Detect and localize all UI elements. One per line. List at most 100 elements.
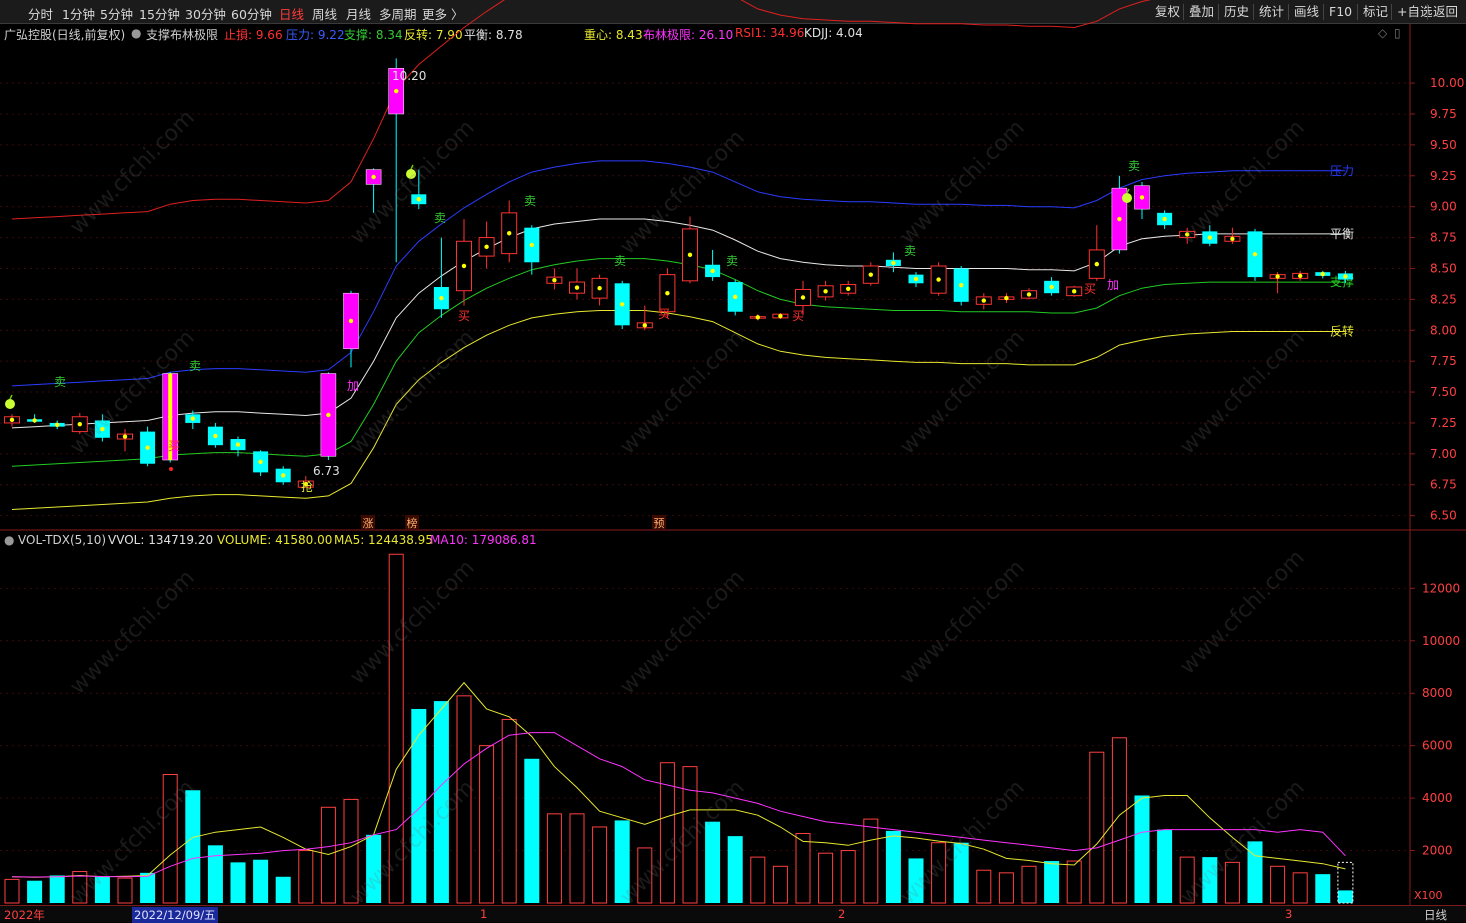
candle-center-dot: [823, 289, 828, 294]
volume-bar-up[interactable]: [682, 766, 698, 904]
volume-bar-down[interactable]: [953, 842, 969, 903]
add-signal: 加: [347, 379, 359, 393]
volume-bar-up[interactable]: [320, 806, 336, 904]
volume-bar-up[interactable]: [4, 878, 20, 904]
volume-bar-up[interactable]: [479, 745, 495, 904]
candle-center-dot: [733, 294, 738, 300]
candle-center-dot: [959, 282, 964, 288]
volume-bar-down[interactable]: [1157, 829, 1173, 903]
candle-center-dot: [281, 473, 286, 478]
candle-center-dot: [9, 417, 15, 423]
price-axis-label: 9.00: [1430, 200, 1457, 214]
price-axis-label: 6.75: [1430, 478, 1457, 492]
volume-bar-down[interactable]: [275, 876, 291, 903]
volume-bar-down[interactable]: [908, 858, 924, 903]
candle-center-dot: [1230, 236, 1235, 241]
volume-bar-up[interactable]: [569, 813, 585, 904]
volume-bar-up[interactable]: [1111, 737, 1127, 904]
volume-bar-down[interactable]: [411, 708, 427, 903]
volume-bar-down[interactable]: [1044, 861, 1060, 903]
volume-bar-up[interactable]: [162, 774, 178, 904]
apple-icon: [5, 399, 15, 409]
candle-center-dot: [394, 88, 399, 94]
candle-center-dot: [1275, 274, 1280, 279]
volume-bar-up[interactable]: [976, 869, 992, 904]
candle-center-dot: [529, 242, 534, 248]
volume-bar-up[interactable]: [388, 553, 404, 904]
volume-bar-up[interactable]: [456, 695, 472, 904]
candle-center-dot: [145, 445, 150, 450]
volume-axis-label: 10000: [1422, 634, 1460, 648]
volume-bar-up[interactable]: [343, 798, 359, 904]
volume-bar-up[interactable]: [1270, 865, 1286, 904]
volume-bar-up[interactable]: [546, 813, 562, 904]
price-axis-label: 7.75: [1430, 354, 1457, 368]
candle-center-dot: [258, 459, 263, 465]
volume-bar-down[interactable]: [230, 862, 246, 903]
volume-bar-down[interactable]: [140, 872, 156, 903]
candle-center-dot: [552, 278, 557, 283]
chart-canvas[interactable]: 10.00 9.75 9.50 9.25 9.00 8.75 8.50 8.25 8.00 7.7…: [0, 0, 1466, 922]
volume-bar-down[interactable]: [1247, 841, 1263, 903]
volume-bar-down[interactable]: [1315, 874, 1331, 903]
event-marker: 榜: [407, 516, 418, 530]
volume-bar-down[interactable]: [366, 834, 382, 903]
price-axis-label: 7.50: [1430, 385, 1457, 399]
volume-bar-up[interactable]: [1089, 751, 1105, 904]
volume-bar-up[interactable]: [998, 872, 1014, 904]
volume-bar-up[interactable]: [1066, 860, 1082, 904]
volume-bar-down[interactable]: [727, 836, 743, 903]
volume-bar-down[interactable]: [27, 880, 43, 903]
volume-bar-down[interactable]: [705, 821, 721, 903]
volume-bar-up[interactable]: [863, 818, 879, 904]
price-axis-label: 8.50: [1430, 261, 1457, 275]
volume-bar-up[interactable]: [840, 850, 856, 904]
volume-bar-down[interactable]: [524, 758, 540, 903]
candle-center-dot: [507, 231, 512, 236]
volume-bar-up[interactable]: [501, 718, 517, 904]
price-axis-label: 6.50: [1430, 509, 1457, 523]
price-axis-label: 9.75: [1430, 107, 1457, 121]
period-indicator: 日线: [1424, 908, 1447, 922]
candle-center-dot: [213, 433, 218, 439]
high-price-label: 10.20: [392, 69, 426, 83]
volume-bar-up[interactable]: [298, 850, 314, 904]
candle-center-dot: [1117, 216, 1122, 222]
volume-bar-up[interactable]: [117, 877, 133, 904]
candle-center-dot: [1139, 195, 1145, 200]
volume-bar-up[interactable]: [1021, 865, 1037, 904]
volume-bar-down[interactable]: [1337, 890, 1353, 903]
volume-bar-up[interactable]: [750, 856, 766, 904]
volume-bar-down[interactable]: [207, 845, 223, 903]
price-axis-label: 7.00: [1430, 447, 1457, 461]
candle-center-dot: [620, 302, 625, 307]
candle-center-dot: [348, 318, 354, 324]
volume-bar-up[interactable]: [1224, 861, 1240, 904]
volume-bar-up[interactable]: [1292, 872, 1308, 904]
volume-bar-down[interactable]: [1202, 857, 1218, 903]
volume-bar-up[interactable]: [637, 847, 653, 904]
volume-bar-up[interactable]: [772, 865, 788, 904]
price-axis-label: 10.00: [1430, 76, 1464, 90]
volume-bar-down[interactable]: [433, 701, 449, 903]
volume-axis-label: 12000: [1422, 581, 1460, 595]
candle-center-dot: [981, 298, 986, 303]
volume-bar-down[interactable]: [185, 790, 201, 903]
volume-bar-down[interactable]: [94, 876, 110, 903]
volume-bar-up[interactable]: [931, 842, 947, 904]
volume-bar-down[interactable]: [1134, 795, 1150, 903]
volume-bar-up[interactable]: [795, 833, 811, 904]
volume-bar-down[interactable]: [614, 820, 630, 903]
buy-point-icon: [169, 467, 173, 471]
event-marker: 预: [654, 517, 665, 530]
candle-center-dot: [1320, 271, 1326, 277]
volume-bar-up[interactable]: [592, 826, 608, 904]
volume-axis-label: 6000: [1422, 739, 1453, 753]
volume-bar-up[interactable]: [1179, 856, 1195, 904]
time-label-0: 2022年: [4, 908, 45, 922]
candle-center-dot: [55, 422, 60, 428]
volume-bar-down[interactable]: [49, 875, 65, 903]
volume-bar-down[interactable]: [885, 830, 901, 903]
volume-bar-up[interactable]: [818, 852, 834, 904]
volume-bar-down[interactable]: [253, 859, 269, 903]
